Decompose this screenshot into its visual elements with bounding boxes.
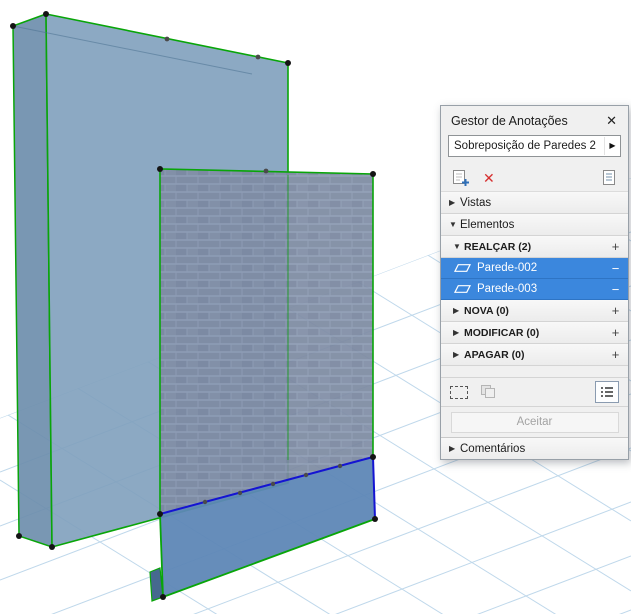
midpoint-handle (263, 168, 269, 174)
selection-handle (49, 544, 55, 550)
annotation-set-value: Sobreposição de Paredes 2 (454, 140, 596, 152)
list-item[interactable]: Parede-003 − (441, 279, 628, 300)
chevron-right-icon: ▶ (453, 306, 460, 315)
selection-handle (16, 533, 22, 539)
duplicate-icon[interactable] (479, 384, 497, 400)
item-label: Parede-003 (477, 283, 538, 295)
selection-handle (285, 60, 291, 66)
section-elementos[interactable]: ▼ Elementos (441, 214, 628, 236)
panel-titlebar[interactable]: Gestor de Anotações ✕ (441, 106, 628, 135)
section-elementos-label: Elementos (460, 218, 515, 231)
modificar-add-button[interactable]: + (609, 325, 622, 340)
section-nova[interactable]: ▶ NOVA (0) + (441, 300, 628, 322)
bottom-toolbar (441, 377, 628, 407)
section-comentarios[interactable]: ▶ Comentários (441, 437, 628, 459)
selection-handle (10, 23, 16, 29)
midpoint-handle (164, 36, 170, 42)
selection-handle (370, 454, 376, 460)
delete-annotation-button[interactable]: ✕ (483, 171, 495, 185)
annotation-manager-panel: Gestor de Anotações ✕ Sobreposição de Pa… (440, 105, 629, 460)
marquee-icon[interactable] (450, 385, 468, 399)
selection-handle (157, 511, 163, 517)
list-item[interactable]: Parede-002 − (441, 258, 628, 279)
annotation-set-dropdown[interactable]: Sobreposição de Paredes 2 ▶ (448, 135, 621, 157)
section-modificar[interactable]: ▶ MODIFICAR (0) + (441, 322, 628, 344)
close-icon[interactable]: ✕ (603, 113, 620, 129)
selection-handle (160, 594, 166, 600)
selection-handle (370, 171, 376, 177)
chevron-right-icon: ▶ (453, 350, 460, 359)
section-vistas-label: Vistas (460, 196, 492, 209)
accept-button[interactable]: Aceitar (450, 411, 619, 433)
dropdown-flyout-icon[interactable]: ▶ (604, 137, 620, 155)
section-nova-label: NOVA (0) (464, 304, 509, 317)
add-annotation-button[interactable] (450, 169, 470, 187)
selection-handle (157, 166, 163, 172)
section-apagar[interactable]: ▶ APAGAR (0) + (441, 344, 628, 366)
panel-toolbar: ✕ (441, 164, 628, 192)
section-apagar-label: APAGAR (0) (464, 348, 525, 361)
section-realcar-label: REALÇAR (2) (464, 240, 532, 253)
selection-handle (372, 516, 378, 522)
wall-brick[interactable] (159, 168, 374, 514)
realcar-add-button[interactable]: + (609, 239, 622, 254)
selection-handle (43, 11, 49, 17)
section-comentarios-label: Comentários (460, 442, 526, 455)
criteria-options-button[interactable] (595, 381, 619, 403)
remove-item-button[interactable]: − (609, 261, 622, 276)
wall-icon (454, 285, 471, 293)
nova-add-button[interactable]: + (609, 303, 622, 318)
item-label: Parede-002 (477, 262, 538, 274)
wall-brick-selection-tint (160, 169, 373, 514)
accept-row: Aceitar (441, 407, 628, 437)
section-realcar[interactable]: ▼ REALÇAR (2) + (441, 236, 628, 258)
section-modificar-label: MODIFICAR (0) (464, 326, 540, 339)
chevron-down-icon: ▼ (449, 220, 457, 229)
chevron-right-icon: ▶ (453, 328, 460, 337)
chevron-right-icon: ▶ (449, 198, 456, 207)
remove-item-button[interactable]: − (609, 282, 622, 297)
midpoint-handle (255, 54, 261, 60)
panel-title: Gestor de Anotações (451, 113, 568, 128)
application-window: Gestor de Anotações ✕ Sobreposição de Pa… (0, 0, 631, 614)
chevron-right-icon: ▶ (449, 444, 456, 453)
wall-icon (454, 264, 471, 272)
apagar-add-button[interactable]: + (609, 347, 622, 362)
list-criteria-icon (601, 387, 613, 397)
manage-annotations-button[interactable] (599, 169, 619, 187)
chevron-down-icon: ▼ (453, 242, 461, 251)
section-vistas[interactable]: ▶ Vistas (441, 192, 628, 214)
